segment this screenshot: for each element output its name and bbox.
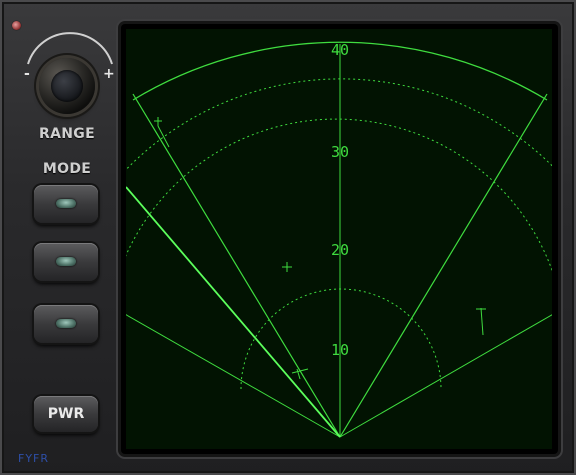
bearing-line-left <box>126 314 341 438</box>
range-plus-label: + <box>103 66 115 82</box>
brand-logo: FYFR <box>18 452 50 465</box>
range-label-40: 40 <box>331 41 349 59</box>
mode-lamp-icon <box>56 257 76 266</box>
mode-button-1[interactable] <box>34 185 98 223</box>
mode-button-2[interactable] <box>34 243 98 281</box>
radar-display: 10 20 30 40 <box>126 41 552 438</box>
range-label: RANGE <box>39 126 95 142</box>
mode-label: MODE <box>42 161 92 177</box>
mode-button-3[interactable] <box>34 305 98 343</box>
radar-screen: 10 20 30 40 <box>126 29 552 449</box>
range-ring-10 <box>240 288 442 390</box>
range-minus-label: - <box>24 66 30 82</box>
contact-marker <box>476 307 486 336</box>
range-knob-cap[interactable] <box>51 70 83 102</box>
sector-edge-right <box>339 93 548 438</box>
bearing-line-right <box>339 314 552 438</box>
contact-marker <box>282 262 292 272</box>
sweep-line <box>126 186 341 438</box>
power-led-icon <box>12 21 21 30</box>
range-label-30: 30 <box>331 143 349 161</box>
range-label-10: 10 <box>331 341 349 359</box>
power-button[interactable]: PWR <box>34 396 98 432</box>
sector-edge-left <box>132 93 341 438</box>
range-ring-30 <box>126 78 552 171</box>
range-label-20: 20 <box>331 241 349 259</box>
mode-lamp-icon <box>56 199 76 208</box>
contact-marker <box>291 368 309 380</box>
mode-lamp-icon <box>56 319 76 328</box>
